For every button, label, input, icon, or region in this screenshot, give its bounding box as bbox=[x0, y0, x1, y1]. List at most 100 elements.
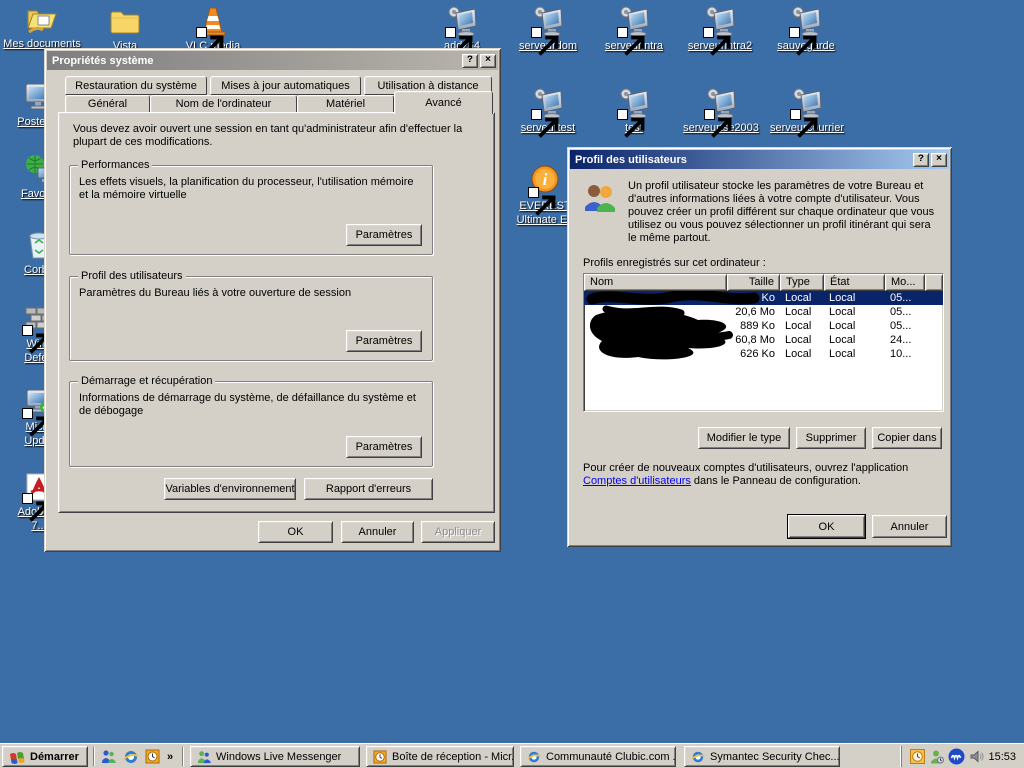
desktop-icon-vista[interactable]: Vista bbox=[90, 4, 160, 52]
user-profiles-icon bbox=[582, 181, 618, 217]
desktop-icon-addz64[interactable]: addz64 bbox=[422, 4, 502, 52]
internet-explorer-icon bbox=[527, 750, 541, 764]
tab-restauration-du-systeme[interactable]: Restauration du système bbox=[65, 76, 207, 95]
demarrage-parametres-button[interactable]: Paramètres bbox=[346, 436, 422, 458]
annuler-button[interactable]: Annuler bbox=[872, 515, 947, 538]
info-icon: i bbox=[528, 164, 562, 198]
profile-row[interactable]: 20,6 Mo Local Local 05... bbox=[584, 305, 943, 319]
task-boite-de-reception[interactable]: Boîte de réception - Micr... bbox=[366, 746, 514, 767]
svg-text:i: i bbox=[543, 170, 548, 189]
admin-notice-text: Vous devez avoir ouvert une session en t… bbox=[73, 123, 481, 149]
column-header-type[interactable]: Type bbox=[780, 274, 824, 291]
quicklaunch-outlook-icon[interactable] bbox=[144, 748, 161, 765]
outlook-icon bbox=[373, 750, 387, 764]
profile-row[interactable]: 889 Ko Local Local 05... bbox=[584, 319, 943, 333]
group-profil-des-utilisateurs: Profil des utilisateurs Paramètres du Bu… bbox=[69, 276, 433, 361]
ok-button[interactable]: OK bbox=[258, 521, 333, 543]
tab-avance[interactable]: Avancé bbox=[394, 91, 493, 114]
user-profiles-titlebar[interactable]: Profil des utilisateurs ? × bbox=[570, 150, 949, 169]
remote-desktop-icon bbox=[703, 4, 737, 38]
remote-desktop-icon bbox=[531, 4, 565, 38]
shortcut-arrow-icon bbox=[445, 27, 456, 38]
shortcut-arrow-icon bbox=[790, 109, 801, 120]
tray-messenger-status-icon[interactable] bbox=[929, 749, 944, 764]
desktop-icon-mes-documents[interactable]: Mes documents bbox=[6, 2, 78, 50]
variables-environnement-button[interactable]: Variables d'environnement bbox=[164, 478, 296, 500]
shortcut-arrow-icon bbox=[789, 27, 800, 38]
desktop-icon-serveurintra[interactable]: serveurintra bbox=[594, 4, 674, 52]
footer-text: Pour créer de nouveaux comptes d'utilisa… bbox=[583, 462, 933, 488]
tab-general[interactable]: Général bbox=[65, 95, 150, 113]
column-header-taille[interactable]: Taille bbox=[727, 274, 780, 291]
shortcut-arrow-icon bbox=[22, 493, 33, 504]
annuler-button[interactable]: Annuler bbox=[341, 521, 414, 543]
group-description: Paramètres du Bureau liés à votre ouvert… bbox=[79, 287, 424, 300]
tray-messenger-wave-icon[interactable] bbox=[948, 748, 965, 765]
profile-row[interactable]: 60,8 Mo Local Local 24... bbox=[584, 333, 943, 347]
tray-volume-icon[interactable] bbox=[969, 749, 984, 764]
desktop-icon-serveurtest[interactable]: serveurtest bbox=[508, 86, 588, 134]
tab-page-avance: Vous devez avoir ouvert une session en t… bbox=[58, 112, 495, 513]
copier-dans-button[interactable]: Copier dans bbox=[872, 427, 942, 449]
ok-button[interactable]: OK bbox=[788, 515, 865, 538]
shortcut-arrow-icon bbox=[531, 27, 542, 38]
desktop-icon-test[interactable]: test bbox=[594, 86, 674, 134]
shortcut-arrow-icon bbox=[617, 109, 628, 120]
shortcut-arrow-icon bbox=[704, 109, 715, 120]
desktop-icon-serveurintra2[interactable]: serveurintra2 bbox=[680, 4, 760, 52]
appliquer-button[interactable]: Appliquer bbox=[421, 521, 495, 543]
user-profiles-window: Profil des utilisateurs ? × Un profil ut… bbox=[567, 147, 952, 547]
desktop-icon-vlc[interactable]: VLC media bbox=[178, 4, 248, 52]
window-title: Profil des utilisateurs bbox=[575, 154, 911, 166]
group-title: Profil des utilisateurs bbox=[78, 270, 186, 282]
tray-clock[interactable]: 15:53 bbox=[988, 751, 1016, 763]
profile-row[interactable]: 626 Ko Local Local 10... bbox=[584, 347, 943, 361]
shortcut-arrow-icon bbox=[22, 408, 33, 419]
help-button[interactable]: ? bbox=[913, 153, 929, 167]
system-properties-window: Propriétés système ? × Restauration du s… bbox=[44, 48, 501, 552]
tab-nom-de-l-ordinateur[interactable]: Nom de l'ordinateur bbox=[150, 95, 297, 113]
task-symantec-security-check[interactable]: Symantec Security Chec... bbox=[684, 746, 840, 767]
supprimer-button[interactable]: Supprimer bbox=[796, 427, 866, 449]
tray-reminder-icon[interactable] bbox=[910, 749, 925, 764]
desktop-icon-serveurcourrier[interactable]: serveurcourrier bbox=[758, 86, 856, 134]
column-header-mo[interactable]: Mo... bbox=[885, 274, 925, 291]
remote-desktop-icon bbox=[531, 86, 565, 120]
column-header-nom[interactable]: Nom bbox=[584, 274, 727, 291]
column-header-filler bbox=[925, 274, 943, 291]
remote-desktop-icon bbox=[789, 4, 823, 38]
modifier-le-type-button[interactable]: Modifier le type bbox=[698, 427, 790, 449]
messenger-icon bbox=[197, 750, 211, 764]
desktop-icon-serveurdom[interactable]: serveurdom bbox=[508, 4, 588, 52]
user-profiles-description: Un profil utilisateur stocke les paramèt… bbox=[628, 180, 940, 245]
desktop-icon-sauvegarde[interactable]: sauvegarde bbox=[766, 4, 846, 52]
start-button[interactable]: Démarrer bbox=[2, 746, 88, 767]
profile-row[interactable]: 910 Ko Local Local 05... bbox=[584, 291, 943, 305]
profiles-listview[interactable]: Nom Taille Type État Mo... 910 Ko Local … bbox=[583, 273, 944, 412]
shortcut-arrow-icon bbox=[528, 187, 539, 198]
my-documents-icon bbox=[25, 2, 59, 36]
quicklaunch-internet-explorer-icon[interactable] bbox=[122, 748, 139, 765]
profil-parametres-button[interactable]: Paramètres bbox=[346, 330, 422, 352]
windows-logo-icon bbox=[9, 750, 25, 764]
comptes-utilisateurs-link[interactable]: Comptes d'utilisateurs bbox=[583, 475, 691, 487]
task-windows-live-messenger[interactable]: Windows Live Messenger bbox=[190, 746, 360, 767]
shortcut-arrow-icon bbox=[703, 27, 714, 38]
rapport-erreurs-button[interactable]: Rapport d'erreurs bbox=[304, 478, 433, 500]
close-button[interactable]: × bbox=[931, 153, 947, 167]
taskbar: Démarrer » Windows Live Messenger Boîte … bbox=[0, 743, 1024, 768]
tab-materiel[interactable]: Matériel bbox=[297, 95, 394, 113]
performances-parametres-button[interactable]: Paramètres bbox=[346, 224, 422, 246]
group-performances: Performances Les effets visuels, la plan… bbox=[69, 165, 433, 255]
task-communaute-clubic[interactable]: Communauté Clubic.com ... bbox=[520, 746, 676, 767]
desktop-icon-serveurtse2003[interactable]: serveurtse2003 bbox=[675, 86, 767, 134]
quicklaunch-messenger-icon[interactable] bbox=[100, 748, 117, 765]
system-tray: 15:53 bbox=[901, 746, 1022, 767]
remote-desktop-icon bbox=[617, 4, 651, 38]
tab-mises-a-jour-automatiques[interactable]: Mises à jour automatiques bbox=[210, 76, 361, 95]
remote-desktop-icon bbox=[445, 4, 479, 38]
quicklaunch-chevron[interactable]: » bbox=[164, 748, 176, 765]
folder-icon bbox=[108, 4, 142, 38]
column-header-etat[interactable]: État bbox=[824, 274, 885, 291]
shortcut-arrow-icon bbox=[617, 27, 628, 38]
